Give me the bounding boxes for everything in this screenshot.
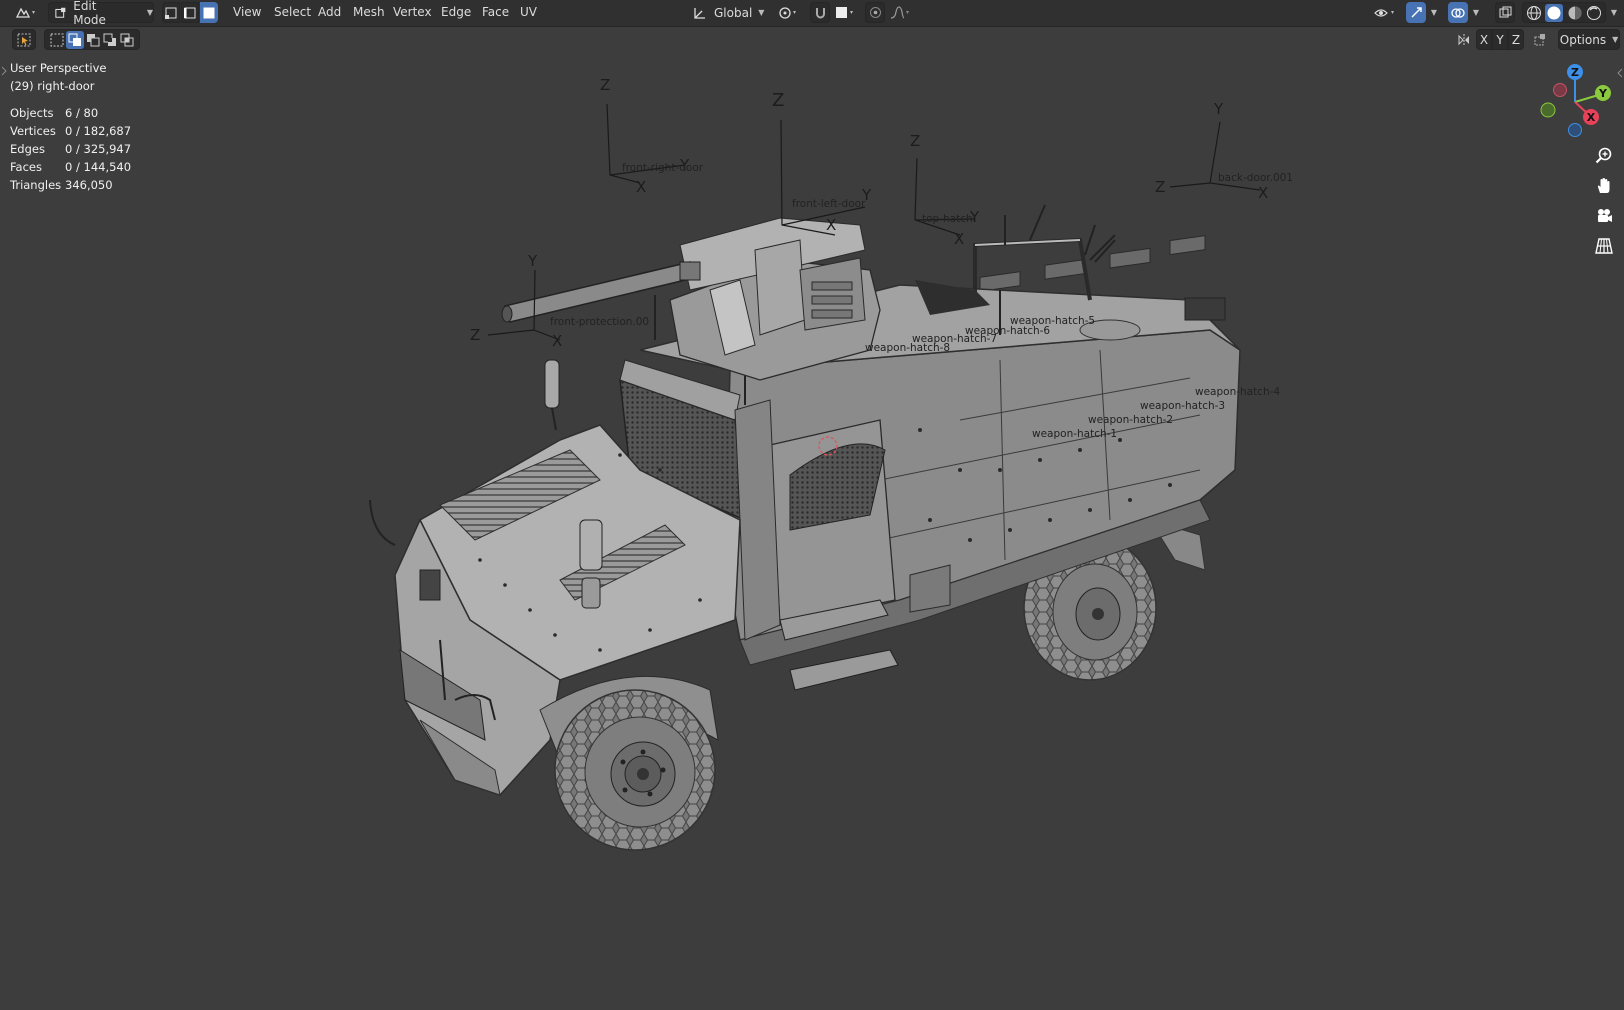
pivot-icon [779,6,796,19]
select-extend-icon[interactable] [66,30,84,49]
viewport-header: Edit Mode ▼ View Select Add Mesh Vertex … [0,0,1624,27]
object-label: weapon-hatch-1 [1032,428,1117,440]
options-label: Options [1559,32,1607,47]
material-shading-icon[interactable] [1567,5,1583,21]
falloff-dropdown[interactable] [886,2,916,23]
visibility-icon [1374,8,1394,17]
menu-face[interactable]: Face [476,4,515,21]
shading-dropdown[interactable]: ▼ [1607,2,1621,23]
object-label: front-right-door [622,162,704,174]
editor-type-button[interactable] [10,2,42,23]
edge-select-button[interactable] [181,2,199,23]
axis-x-label: X [954,230,964,248]
gizmo-icon [1410,7,1422,18]
chevron-down-icon: ▼ [1430,8,1438,17]
wireframe-shading-icon[interactable] [1526,5,1542,21]
object-label: weapon-hatch-3 [1140,400,1225,412]
axis-z-label: Z [1155,178,1165,196]
shading-mode-group [1522,2,1606,23]
face-select-button[interactable] [200,2,218,23]
edge-select-icon [184,7,196,18]
xray-toggle[interactable] [1495,2,1515,23]
snap-target-dropdown[interactable] [831,2,861,23]
auto-merge-button[interactable] [1530,29,1550,50]
edit-mode-icon [55,7,66,18]
armored-vehicle-model[interactable] [369,204,1241,851]
face-select-icon [203,7,215,18]
select-invert-icon[interactable] [102,32,118,48]
rendered-shading-icon[interactable] [1586,5,1602,21]
selection-mode-group [44,29,140,50]
chevron-down-icon: ▼ [758,8,765,17]
select-box-tool-icon [17,33,31,46]
mode-label: Edit Mode [73,0,106,27]
options-dropdown[interactable]: Options ▼ [1558,29,1620,50]
axis-x-label: X [636,178,646,196]
object-label: weapon-hatch-2 [1088,414,1173,426]
menu-view[interactable]: View [227,4,267,21]
mirror-x-toggle[interactable]: X [1476,29,1492,50]
transform-orientation-dropdown[interactable]: Global ▼ [688,2,768,23]
gizmo-dropdown[interactable]: ▼ [1427,2,1441,23]
overlay-toggle[interactable] [1448,2,1468,23]
proportional-editing-toggle[interactable] [865,2,885,23]
vertex-select-button[interactable] [162,2,180,23]
object-label: front-protection.00 [550,316,649,328]
axis-z-label: Z [772,90,784,111]
mirror-options-button[interactable] [1454,29,1474,50]
menu-edge[interactable]: Edge [435,4,477,21]
visibility-dropdown[interactable] [1370,2,1402,23]
axis-z-label: Z [600,76,610,94]
object-label: front-left-door [792,198,866,210]
scene-render: Z Y X Z Y X Z Y X Y Z X Y Z X front-righ… [369,76,1293,851]
vertex-select-icon [165,7,177,19]
snap-target-icon [836,6,853,18]
mirror-y-toggle[interactable]: Y [1492,29,1508,50]
transform-orientation-icon [694,7,705,19]
turret [501,217,881,381]
chevron-down-icon: ▼ [1472,8,1480,17]
axis-x-label: X [552,332,562,350]
select-intersect-icon[interactable] [119,32,135,48]
pivot-point-dropdown[interactable] [774,2,804,23]
menu-select[interactable]: Select [268,4,317,21]
object-label: weapon-hatch-5 [1010,315,1095,327]
axis-z-label: Z [470,326,480,344]
mode-dropdown[interactable]: Edit Mode ▼ [48,0,154,27]
snap-toggle[interactable] [810,2,830,23]
tool-settings-row: X Y Z Options ▼ [0,26,1624,54]
axis-z-label: Z [910,132,920,150]
gizmo-toggle[interactable] [1406,2,1426,23]
menu-add[interactable]: Add [312,4,347,21]
falloff-icon [890,5,909,19]
menu-vertex[interactable]: Vertex [387,4,438,21]
xray-icon [1499,6,1511,18]
mirror-icon [1458,33,1469,46]
auto-merge-icon [1534,33,1545,45]
mirror-z-toggle[interactable]: Z [1508,29,1524,50]
editor-type-icon [15,7,35,18]
axis-x-label: X [826,216,836,234]
menu-mesh[interactable]: Mesh [347,4,391,21]
select-subtract-icon[interactable] [85,32,101,48]
chevron-down-icon: ▼ [1612,35,1619,44]
chevron-down-icon: ▼ [146,8,153,17]
chevron-down-icon: ▼ [1610,8,1618,17]
snap-icon [815,8,825,19]
object-label: back-door.001 [1218,172,1293,184]
proportional-editing-icon [869,7,881,18]
axis-y-label: Y [527,252,538,270]
object-label: top-hatch [922,213,973,225]
object-label: weapon-hatch-4 [1195,386,1280,398]
axis-y-label: Y [1213,100,1224,118]
select-set-icon[interactable] [49,32,65,48]
active-tool-button[interactable] [12,29,36,50]
transform-orientation-label: Global [714,5,753,20]
menu-uv[interactable]: UV [514,4,543,21]
axis-x-label: X [1258,184,1268,202]
solid-shading-icon[interactable] [1545,3,1564,22]
overlay-dropdown[interactable]: ▼ [1469,2,1483,23]
overlay-icon [1451,7,1465,18]
front-wheel [554,689,716,851]
